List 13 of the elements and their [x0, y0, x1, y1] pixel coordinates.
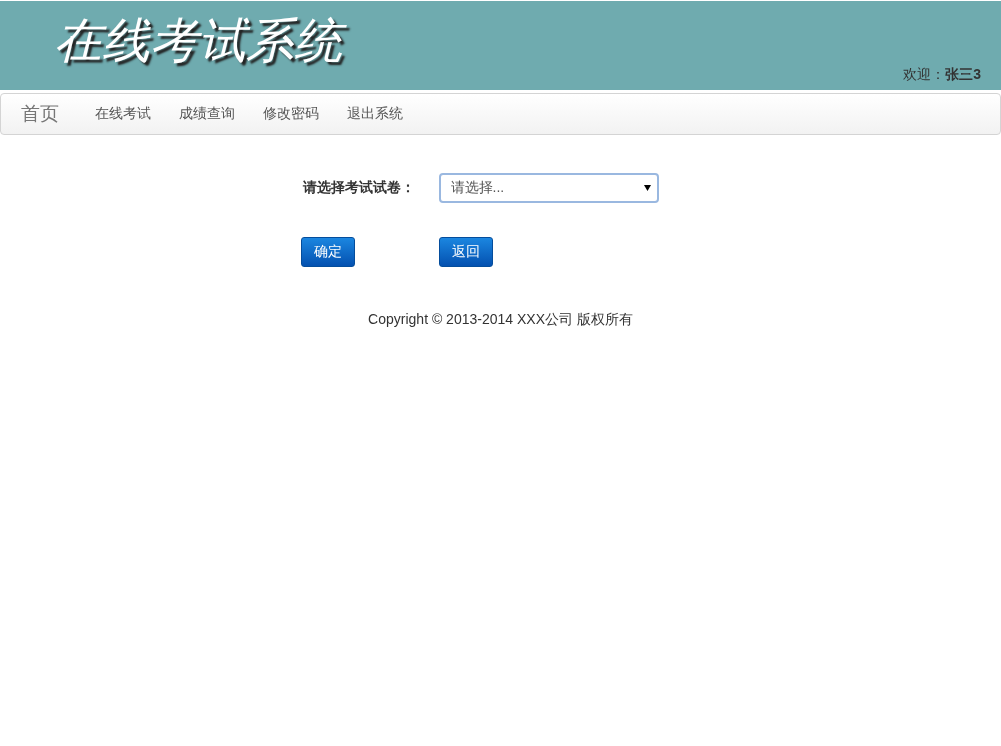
nav-link[interactable]: 在线考试 — [95, 105, 151, 123]
welcome-text: 欢迎：张三3 — [903, 66, 981, 84]
exam-select[interactable]: 请选择... — [438, 173, 659, 203]
nav-link[interactable]: 成绩查询 — [179, 105, 235, 123]
site-title: 在线考试系统 — [50, 8, 354, 75]
caret-icon — [643, 185, 651, 191]
confirm-button[interactable]: 确定 — [300, 237, 355, 267]
nav-link[interactable]: 修改密码 — [263, 105, 319, 123]
home-link[interactable]: 首页 — [21, 101, 59, 127]
back-button[interactable]: 返回 — [438, 237, 493, 267]
nav-link[interactable]: 退出系统 — [347, 105, 403, 123]
field-label: 请选择考试试卷： — [301, 179, 416, 197]
copyright-text: Copyright © 2013-2014 XXX公司 版权所有 — [368, 311, 633, 327]
